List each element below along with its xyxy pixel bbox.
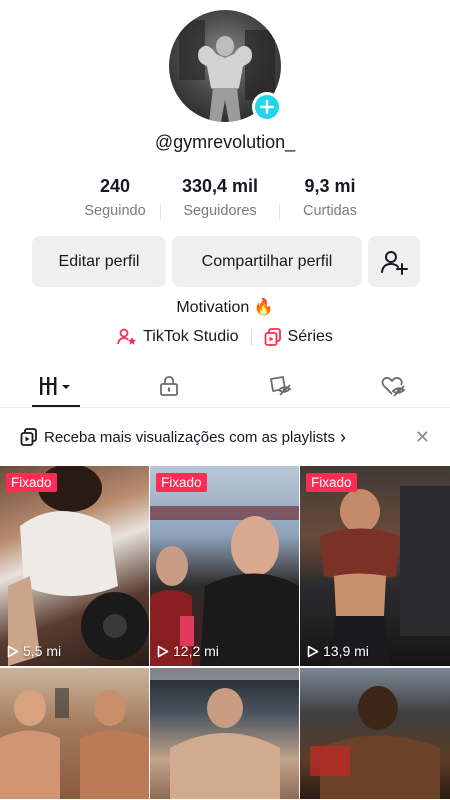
view-count-label: 13,9 mi [323, 643, 369, 659]
profile-tabs [0, 364, 450, 408]
share-profile-button[interactable]: Compartilhar perfil [172, 236, 362, 287]
profile-avatar-container[interactable] [169, 10, 282, 122]
add-story-button[interactable] [252, 92, 282, 122]
view-count: 12,2 mi [157, 643, 219, 659]
stat-value: 330,4 mil [181, 176, 259, 196]
view-count: 13,9 mi [307, 643, 369, 659]
video-image [0, 688, 149, 799]
stat-label: Curtidas [303, 203, 357, 219]
video-thumbnail[interactable]: Fixado 12,2 mi [150, 466, 299, 666]
plus-icon [259, 99, 275, 115]
video-image [320, 486, 450, 666]
play-icon [157, 645, 169, 657]
stat-followers[interactable]: 330,4 mil Seguidores [161, 176, 279, 220]
playlist-icon [20, 428, 37, 446]
series-icon [264, 328, 281, 346]
divider [250, 329, 252, 345]
username[interactable]: @gymrevolution_ [0, 132, 450, 153]
close-icon[interactable]: ✕ [415, 427, 430, 448]
view-count: 5,5 mi [7, 643, 61, 659]
stat-following[interactable]: 240 Seguindo [70, 176, 160, 220]
pinned-badge: Fixado [6, 473, 57, 492]
pinned-badge: Fixado [306, 473, 357, 492]
studio-user-icon [117, 328, 137, 345]
video-thumbnail[interactable]: Fixado 5,5 mi [0, 466, 149, 666]
profile-bio: Motivation 🔥 [176, 299, 274, 316]
stat-value: 240 [99, 176, 131, 196]
add-user-icon [381, 250, 408, 275]
video-image [150, 506, 299, 666]
repost-icon [270, 375, 292, 396]
tiktok-studio-label: TikTok Studio [143, 328, 239, 345]
profile-actions: Editar perfil Compartilhar perfil [32, 236, 420, 287]
profile-stats: 240 Seguindo 330,4 mil Seguidores 9,3 mi… [70, 176, 380, 220]
liked-icon [381, 376, 406, 397]
video-image [310, 686, 440, 799]
video-image [150, 668, 299, 799]
video-image [8, 466, 149, 666]
stat-likes[interactable]: 9,3 mi Curtidas [280, 176, 380, 220]
pinned-badge: Fixado [156, 473, 207, 492]
add-friend-button[interactable] [368, 236, 420, 287]
series-label: Séries [287, 328, 333, 345]
video-thumbnail[interactable] [300, 668, 450, 799]
tab-videos[interactable] [0, 364, 113, 407]
video-thumbnail[interactable] [0, 668, 149, 799]
tab-reposts[interactable] [225, 364, 338, 407]
video-thumbnail[interactable]: Fixado 13,9 mi [300, 466, 450, 666]
stat-label: Seguindo [84, 203, 146, 219]
video-grid: Fixado 5,5 mi Fixado 12,2 mi Fixado 13,9… [0, 466, 450, 799]
lock-icon [159, 375, 178, 396]
tab-private[interactable] [113, 364, 226, 407]
play-icon [307, 645, 319, 657]
videos-grid-icon [40, 376, 71, 395]
view-count-label: 5,5 mi [23, 643, 62, 659]
stat-label: Seguidores [183, 203, 257, 219]
profile-links: TikTok Studio Séries [0, 328, 450, 346]
edit-profile-button[interactable]: Editar perfil [32, 236, 166, 287]
view-count-label: 12,2 mi [173, 643, 219, 659]
series-link[interactable]: Séries [264, 328, 333, 346]
chevron-right-icon: › [339, 426, 346, 447]
stat-value: 9,3 mi [304, 176, 356, 196]
promo-text: Receba mais visualizações com as playlis… [44, 428, 335, 446]
tiktok-studio-link[interactable]: TikTok Studio [117, 328, 239, 346]
play-icon [7, 645, 19, 657]
tab-liked[interactable] [338, 364, 450, 407]
playlist-promo-banner[interactable]: Receba mais visualizações com as playlis… [0, 418, 450, 456]
video-thumbnail[interactable] [150, 668, 299, 799]
